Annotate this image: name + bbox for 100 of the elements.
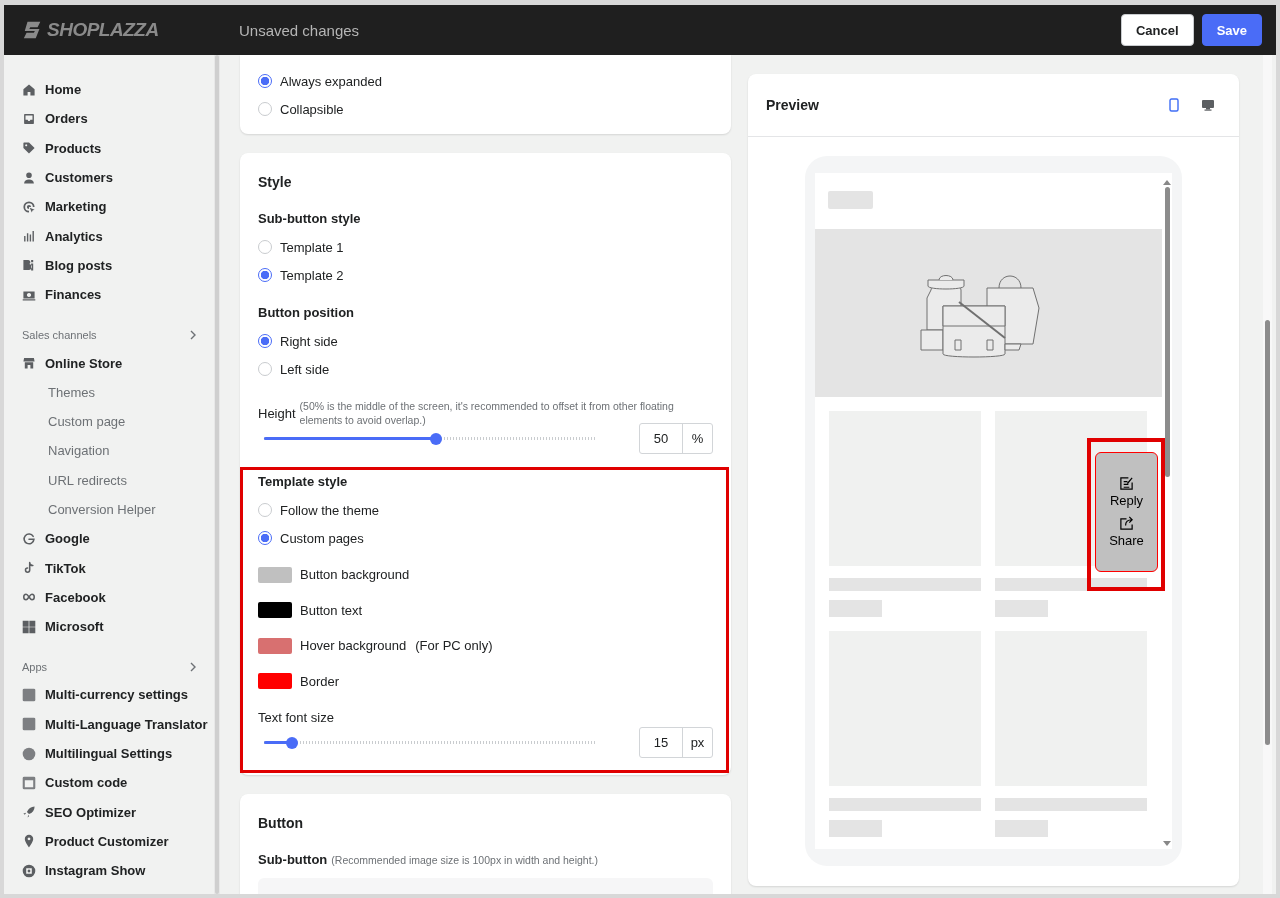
nav-item[interactable]: Marketing xyxy=(4,192,214,222)
inbox-icon xyxy=(22,111,36,126)
section-heading: Sales channels xyxy=(22,329,97,342)
number-field[interactable]: 50 % xyxy=(639,423,713,454)
card-title: Button xyxy=(258,814,305,833)
code-window-icon xyxy=(22,775,36,790)
nav-item[interactable]: Finances xyxy=(4,280,214,310)
price-placeholder xyxy=(829,600,882,617)
price-placeholder xyxy=(995,600,1048,617)
card-title: Preview xyxy=(766,97,819,113)
nav-subitem[interactable]: Themes xyxy=(4,377,214,407)
phone-icon[interactable] xyxy=(1167,98,1181,112)
floating-button[interactable]: Share xyxy=(1109,516,1144,548)
tag-icon xyxy=(22,141,36,156)
edit-icon xyxy=(1119,476,1134,491)
color-swatch[interactable] xyxy=(258,673,292,690)
nav-item[interactable]: Products xyxy=(4,133,214,163)
scrollbar-thumb[interactable] xyxy=(1265,320,1270,745)
radio-option[interactable]: Collapsible xyxy=(258,95,713,123)
field-label: Template style xyxy=(258,473,349,491)
color-label: Button text xyxy=(300,602,363,618)
monitor-icon[interactable] xyxy=(1201,98,1215,112)
radio-option[interactable]: Always expanded xyxy=(258,67,713,95)
nav-item[interactable]: Google xyxy=(4,524,214,554)
cancel-button[interactable]: Cancel xyxy=(1121,14,1194,46)
radio-option[interactable]: Right side xyxy=(258,327,713,355)
nav-item[interactable]: Online Store xyxy=(4,348,214,378)
nav-item[interactable]: Microsoft xyxy=(4,612,214,642)
rocket-icon xyxy=(22,805,36,820)
radio-button[interactable] xyxy=(258,74,272,88)
color-label: Border xyxy=(300,673,340,689)
scrollbar-thumb[interactable] xyxy=(1164,187,1170,477)
grid-icon xyxy=(22,619,36,634)
radio-option[interactable]: Template 1 xyxy=(258,233,713,261)
hint-text: (Recommended image size is 100px in width and height.) xyxy=(331,853,599,867)
nav-subitem[interactable]: Custom page xyxy=(4,406,214,437)
radio-option[interactable]: Custom pages xyxy=(258,524,713,552)
price-placeholder xyxy=(829,820,882,837)
radio-option[interactable]: Left side xyxy=(258,355,713,383)
nav-item[interactable]: Facebook xyxy=(4,582,214,613)
color-label: Button background xyxy=(300,567,410,583)
section-heading: Apps xyxy=(22,661,48,674)
color-swatch[interactable] xyxy=(258,602,292,619)
price-placeholder xyxy=(995,820,1048,837)
nav-item[interactable]: Multi-Language Translator xyxy=(4,709,214,739)
nav-item[interactable]: Multi-currency settings xyxy=(4,680,214,710)
app-icon xyxy=(22,746,36,761)
field-label: Sub-button style xyxy=(258,210,362,228)
radio-option[interactable]: Template 2 xyxy=(258,261,713,289)
chevron-icon[interactable] xyxy=(188,662,198,673)
field-label: Button position xyxy=(258,304,356,322)
app-icon xyxy=(22,717,36,732)
color-swatch[interactable] xyxy=(258,566,292,583)
scroll-up-icon[interactable] xyxy=(1163,179,1171,185)
radio-option[interactable]: Follow the theme xyxy=(258,496,713,524)
color-swatch[interactable] xyxy=(258,637,292,654)
nav-item[interactable]: Blog posts xyxy=(4,250,214,281)
g-icon xyxy=(22,531,36,546)
nav-item[interactable]: Home xyxy=(4,75,214,105)
chevron-icon[interactable] xyxy=(188,330,198,341)
slider-thumb[interactable] xyxy=(285,736,298,749)
logo-text: SHOPLAZZA xyxy=(47,19,159,41)
number-field[interactable]: 15 px xyxy=(639,727,713,758)
nav-item[interactable]: SEO Optimizer xyxy=(4,797,214,827)
scrollbar-thumb[interactable] xyxy=(215,55,219,894)
home-icon xyxy=(22,82,36,97)
nav-subitem[interactable]: Conversion Helper xyxy=(4,494,214,525)
target-icon xyxy=(22,199,36,214)
document-icon xyxy=(22,258,36,273)
page-status: Unsaved changes xyxy=(239,21,361,39)
share-icon xyxy=(1119,516,1134,531)
nav-item[interactable]: TikTok xyxy=(4,553,214,583)
nav-item[interactable]: Product Customizer xyxy=(4,826,214,857)
field-label: Height xyxy=(258,405,296,421)
scroll-down-icon[interactable] xyxy=(1163,841,1171,847)
card-title: Style xyxy=(258,173,293,192)
nav-subitem[interactable]: URL redirects xyxy=(4,465,214,495)
save-button[interactable]: Save xyxy=(1201,14,1262,46)
nav-item[interactable]: Orders xyxy=(4,104,214,134)
pin-icon xyxy=(22,834,36,849)
radio-button[interactable] xyxy=(258,531,272,545)
field-label: Sub-button xyxy=(258,851,328,869)
field-label: Text font size xyxy=(258,709,335,727)
nav-item[interactable]: Customers xyxy=(4,162,214,193)
camera-icon xyxy=(22,863,36,878)
radio-button[interactable] xyxy=(258,334,272,348)
person-icon xyxy=(22,170,36,185)
nav-item[interactable]: Analytics xyxy=(4,221,214,251)
nav-subitem[interactable]: Navigation xyxy=(4,436,214,466)
nav-item[interactable]: Instagram Show xyxy=(4,856,214,886)
app-icon xyxy=(22,688,36,702)
logo-placeholder xyxy=(828,191,873,209)
radio-button[interactable] xyxy=(258,268,272,282)
floating-button[interactable]: Reply xyxy=(1109,476,1144,508)
color-note: (For PC only) xyxy=(415,638,493,654)
nav-item[interactable]: Multilingual Settings xyxy=(4,738,214,769)
music-note-icon xyxy=(22,561,36,576)
slider-thumb[interactable] xyxy=(430,432,442,445)
bar-chart-icon xyxy=(22,229,36,244)
nav-item[interactable]: Custom code xyxy=(4,768,214,798)
